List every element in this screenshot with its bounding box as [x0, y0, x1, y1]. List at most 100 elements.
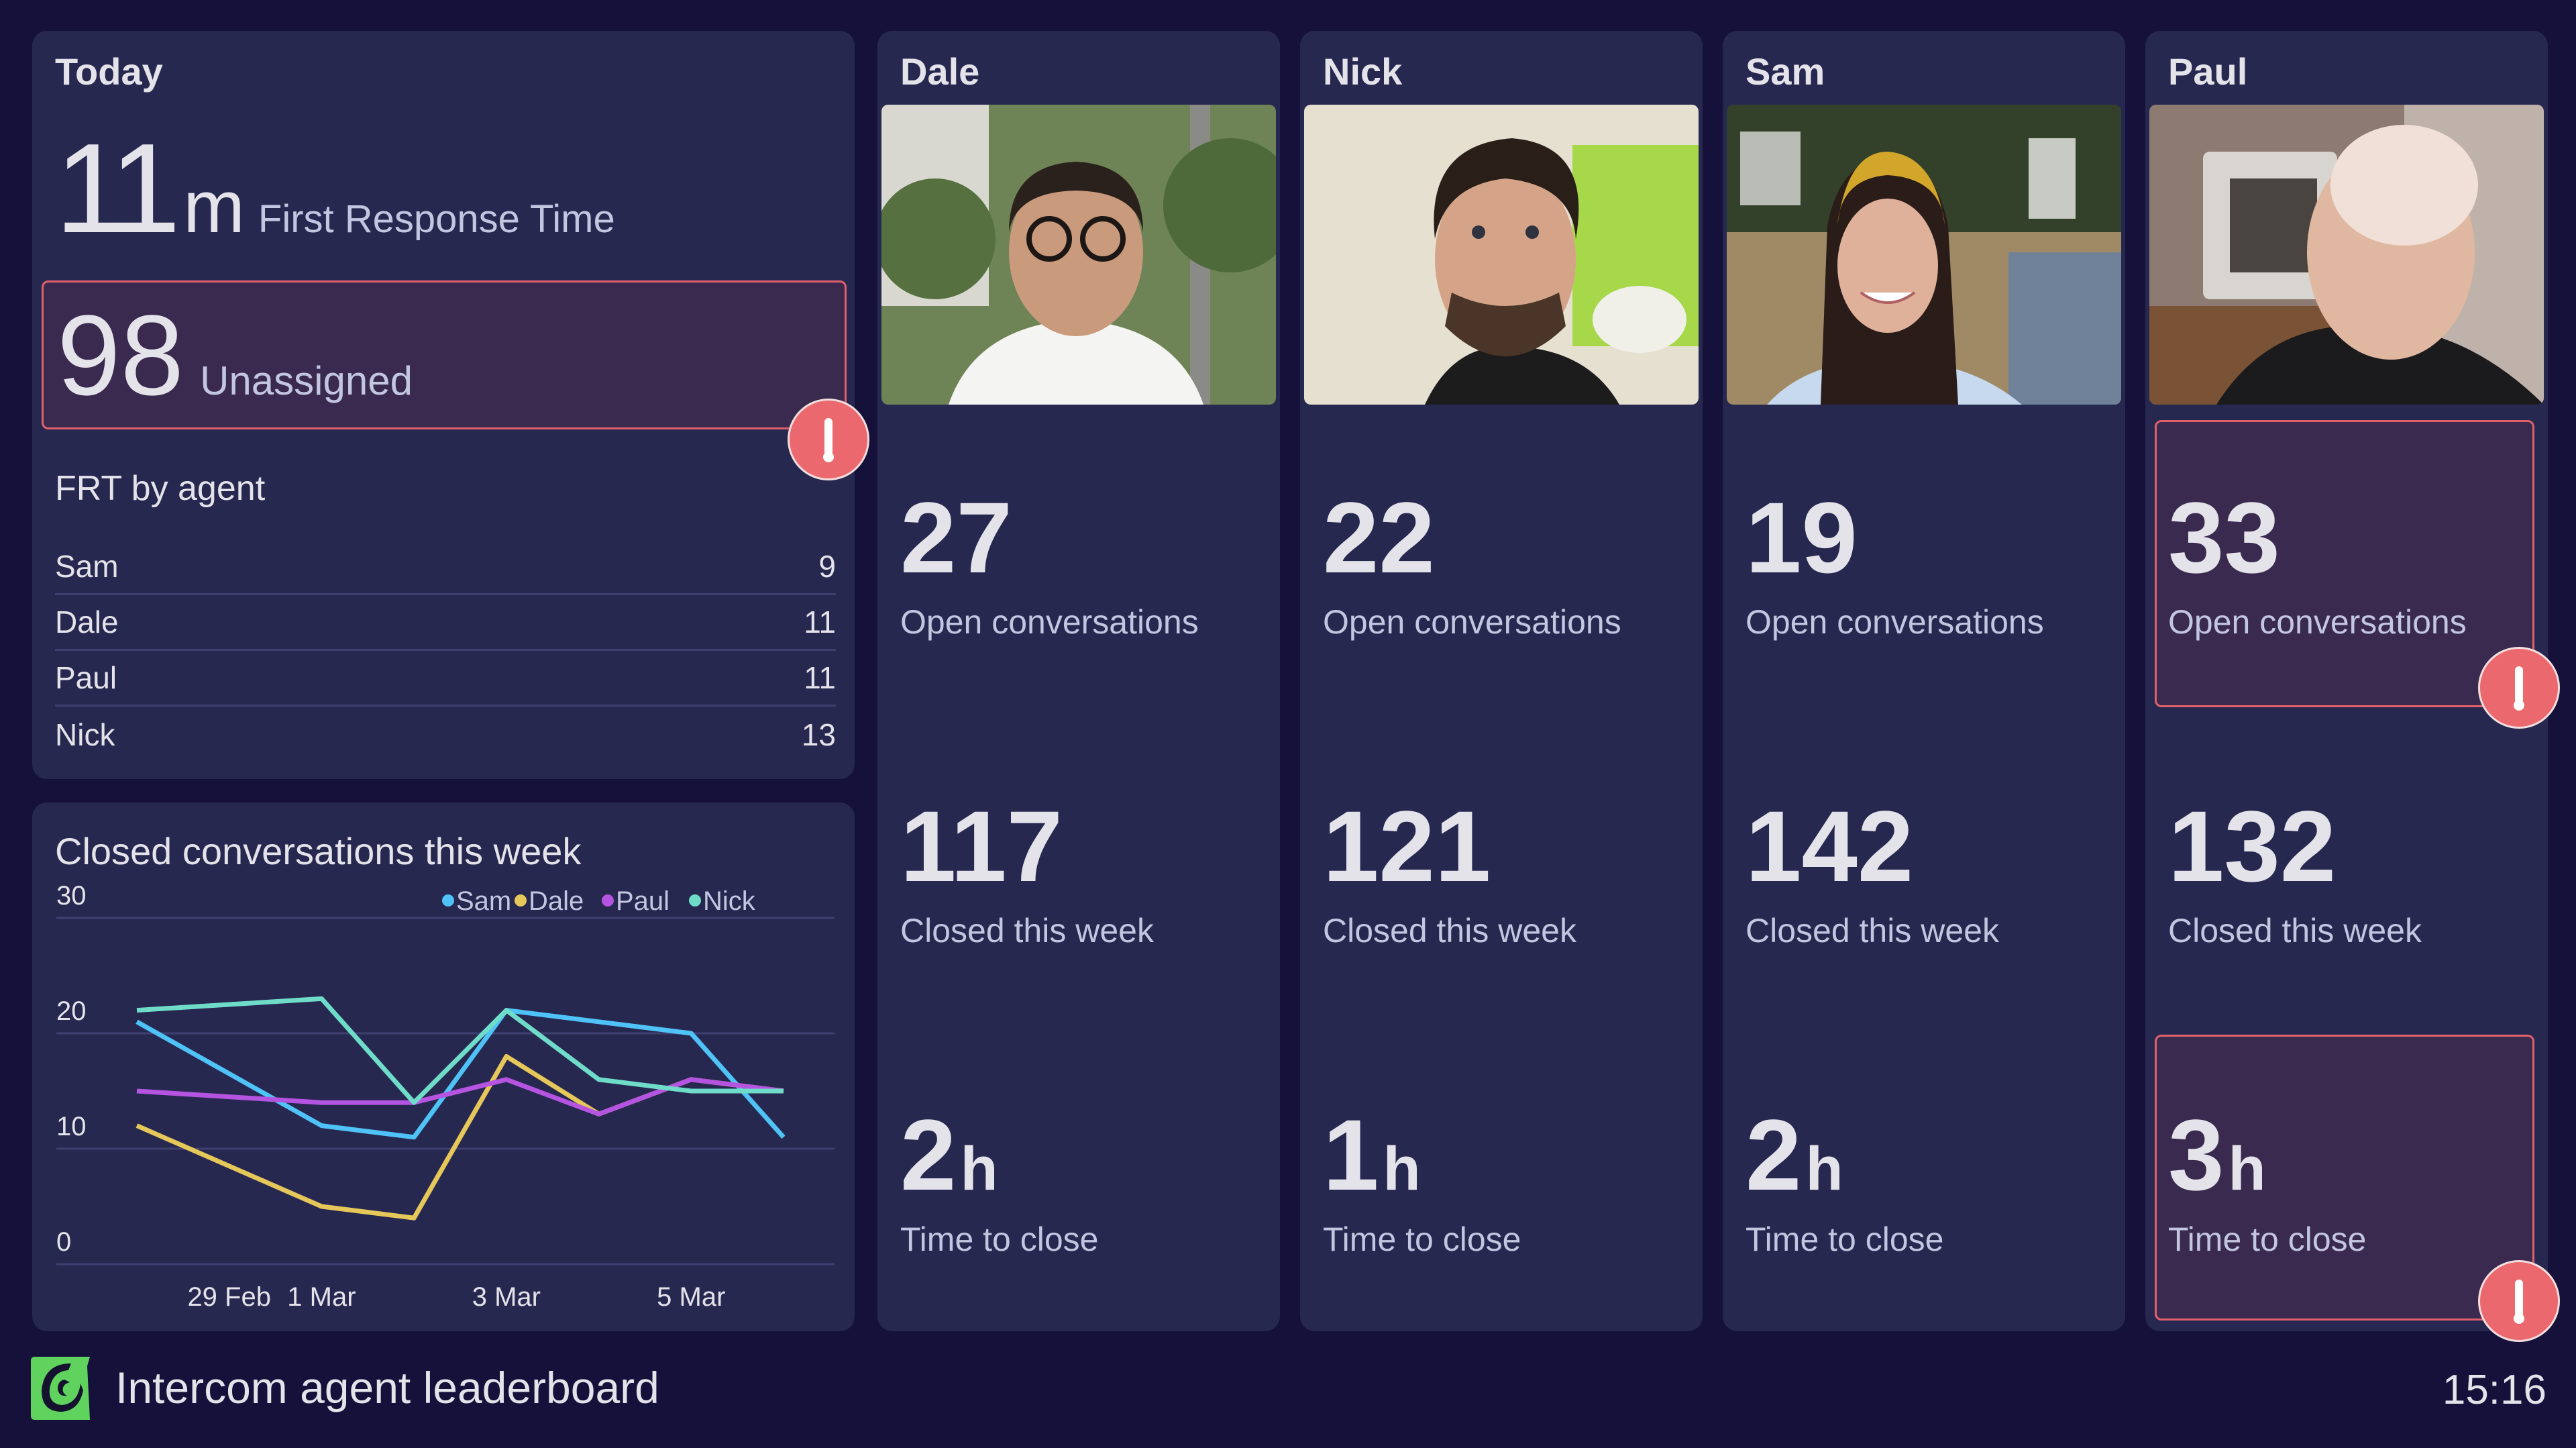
y-tick-label: 10 [56, 1112, 87, 1141]
agent-name: Dale [55, 605, 119, 639]
closed-this-week-stat: 142 Closed this week [1746, 796, 1999, 950]
nick-photo [1304, 105, 1699, 405]
time-to-close-stat: 2h Time to close [1746, 1104, 1943, 1259]
x-tick-label: 3 Mar [472, 1282, 541, 1312]
legend-marker-paul [602, 894, 614, 907]
legend-marker-dale [515, 894, 527, 907]
legend-label: Dale [529, 886, 584, 916]
closed-conversations-chart-panel: Closed conversations this week 0 10 20 30 29… [32, 803, 855, 1331]
agent-name: Sam [55, 549, 119, 584]
time-to-close-unit: h [2228, 1135, 2266, 1203]
line-chart: 0 10 20 30 29 Feb 1 Mar 3 Mar 5 Mar Sam Dale Paul N… [56, 881, 835, 1312]
closed-this-week-value: 117 [900, 790, 1063, 902]
legend-marker-nick [689, 894, 701, 907]
frt-minutes: 9 [818, 549, 836, 584]
open-conversations-value: 27 [900, 481, 1012, 594]
open-conversations-stat: 27 Open conversations [900, 487, 1199, 641]
series-line-nick [136, 996, 784, 1105]
closed-this-week-label: Closed this week [2168, 912, 2422, 949]
frt-by-agent-title: FRT by agent [55, 469, 266, 508]
time-to-close-stat: 1h Time to close [1323, 1104, 1521, 1259]
frt-minutes: 11 [804, 605, 836, 639]
frt-value: 11 [55, 117, 180, 260]
sam-photo [1727, 105, 2121, 405]
alert-exclamation-icon [2478, 1260, 2560, 1342]
x-tick-label: 5 Mar [657, 1282, 725, 1312]
frt-row: Sam 9 [55, 539, 836, 595]
closed-this-week-value: 121 [1323, 790, 1491, 902]
closed-this-week-stat: 121 Closed this week [1323, 796, 1576, 950]
alert-exclamation-icon [788, 399, 869, 480]
y-tick-label: 30 [56, 881, 87, 911]
closed-this-week-stat: 132 Closed this week [2168, 796, 2422, 950]
agent-name: Paul [55, 660, 117, 695]
agent-name: Paul [2168, 50, 2248, 93]
frt-row: Nick 13 [55, 707, 836, 762]
frt-unit: m [183, 166, 245, 248]
frt-by-agent-list: Sam 9 Dale 11 Paul 11 Nick 13 [55, 539, 836, 762]
frt-row: Paul 11 [55, 651, 836, 707]
open-conversations-stat: 33 Open conversations [2168, 487, 2467, 641]
agent-name: Nick [1323, 50, 1403, 93]
x-tick-label: 1 Mar [287, 1282, 356, 1312]
time-to-close-stat: 2h Time to close [900, 1104, 1098, 1259]
time-to-close-value: 2 [1746, 1098, 1802, 1211]
time-to-close-label: Time to close [1323, 1221, 1521, 1258]
unassigned-alert-box: 98 Unassigned [42, 280, 847, 429]
alert-exclamation-icon [2478, 647, 2560, 729]
open-conversations-value: 33 [2168, 481, 2280, 594]
agent-card-nick: Nick 22 Open conversations 121 Closed th… [1300, 31, 1703, 1331]
legend-label: Paul [616, 886, 669, 916]
frt-label: First Response Time [258, 197, 615, 241]
open-conversations-stat: 19 Open conversations [1746, 487, 2044, 641]
time-to-close-value: 3 [2168, 1098, 2224, 1211]
open-conversations-stat: 22 Open conversations [1323, 487, 1621, 641]
open-conversations-label: Open conversations [1746, 603, 2044, 641]
y-tick-label: 0 [56, 1227, 71, 1257]
legend-marker-sam [442, 894, 454, 907]
paul-photo [2149, 105, 2544, 405]
x-tick-label: 29 Feb [187, 1282, 271, 1312]
agent-name: Dale [900, 50, 980, 93]
closed-this-week-label: Closed this week [1323, 912, 1576, 949]
clock: 15:16 [2442, 1367, 2546, 1413]
time-to-close-unit: h [1805, 1135, 1843, 1203]
time-to-close-unit: h [960, 1135, 998, 1203]
open-conversations-label: Open conversations [2168, 603, 2467, 641]
closed-this-week-stat: 117 Closed this week [900, 796, 1154, 950]
closed-this-week-label: Closed this week [1746, 912, 1999, 949]
agent-card-paul: Paul 33 Open conversations 132 Closed th… [2145, 31, 2560, 1342]
first-response-time: 11 m First Response Time [55, 125, 615, 252]
legend-label: Sam [456, 886, 511, 916]
dale-photo [881, 105, 1276, 405]
open-conversations-label: Open conversations [900, 603, 1199, 641]
open-conversations-value: 19 [1746, 481, 1858, 594]
frt-row: Dale 11 [55, 595, 836, 651]
agent-name: Nick [55, 717, 115, 752]
y-tick-label: 20 [56, 996, 87, 1026]
time-to-close-value: 2 [900, 1098, 957, 1211]
unassigned-label: Unassigned [200, 358, 413, 403]
today-title: Today [55, 50, 163, 93]
series-line-sam [136, 1008, 786, 1140]
open-conversations-label: Open conversations [1323, 603, 1621, 641]
time-to-close-label: Time to close [2168, 1221, 2367, 1258]
frt-minutes: 13 [801, 717, 836, 752]
intercom-logo-icon [31, 1357, 90, 1420]
closed-this-week-value: 132 [2168, 790, 2337, 902]
app-title: Intercom agent leaderboard [115, 1363, 659, 1412]
open-conversations-value: 22 [1323, 481, 1435, 594]
time-to-close-label: Time to close [900, 1221, 1099, 1258]
time-to-close-unit: h [1383, 1135, 1421, 1203]
agent-name: Sam [1746, 50, 1825, 93]
agent-card-dale: Dale 27 Open conversations 117 Closed th… [877, 31, 1280, 1331]
legend-label: Nick [703, 886, 756, 916]
time-to-close-stat: 3h Time to close [2168, 1104, 2366, 1259]
frt-minutes: 11 [804, 660, 836, 695]
time-to-close-label: Time to close [1746, 1221, 1944, 1258]
series-line-paul [136, 1077, 784, 1117]
agent-card-sam: Sam 19 Open conversations 142 Closed thi… [1723, 31, 2125, 1331]
today-panel: Today 11 m First Response Time 98 Unassi… [32, 31, 869, 779]
unassigned-value: 98 [57, 292, 184, 419]
time-to-close-value: 1 [1323, 1098, 1379, 1211]
